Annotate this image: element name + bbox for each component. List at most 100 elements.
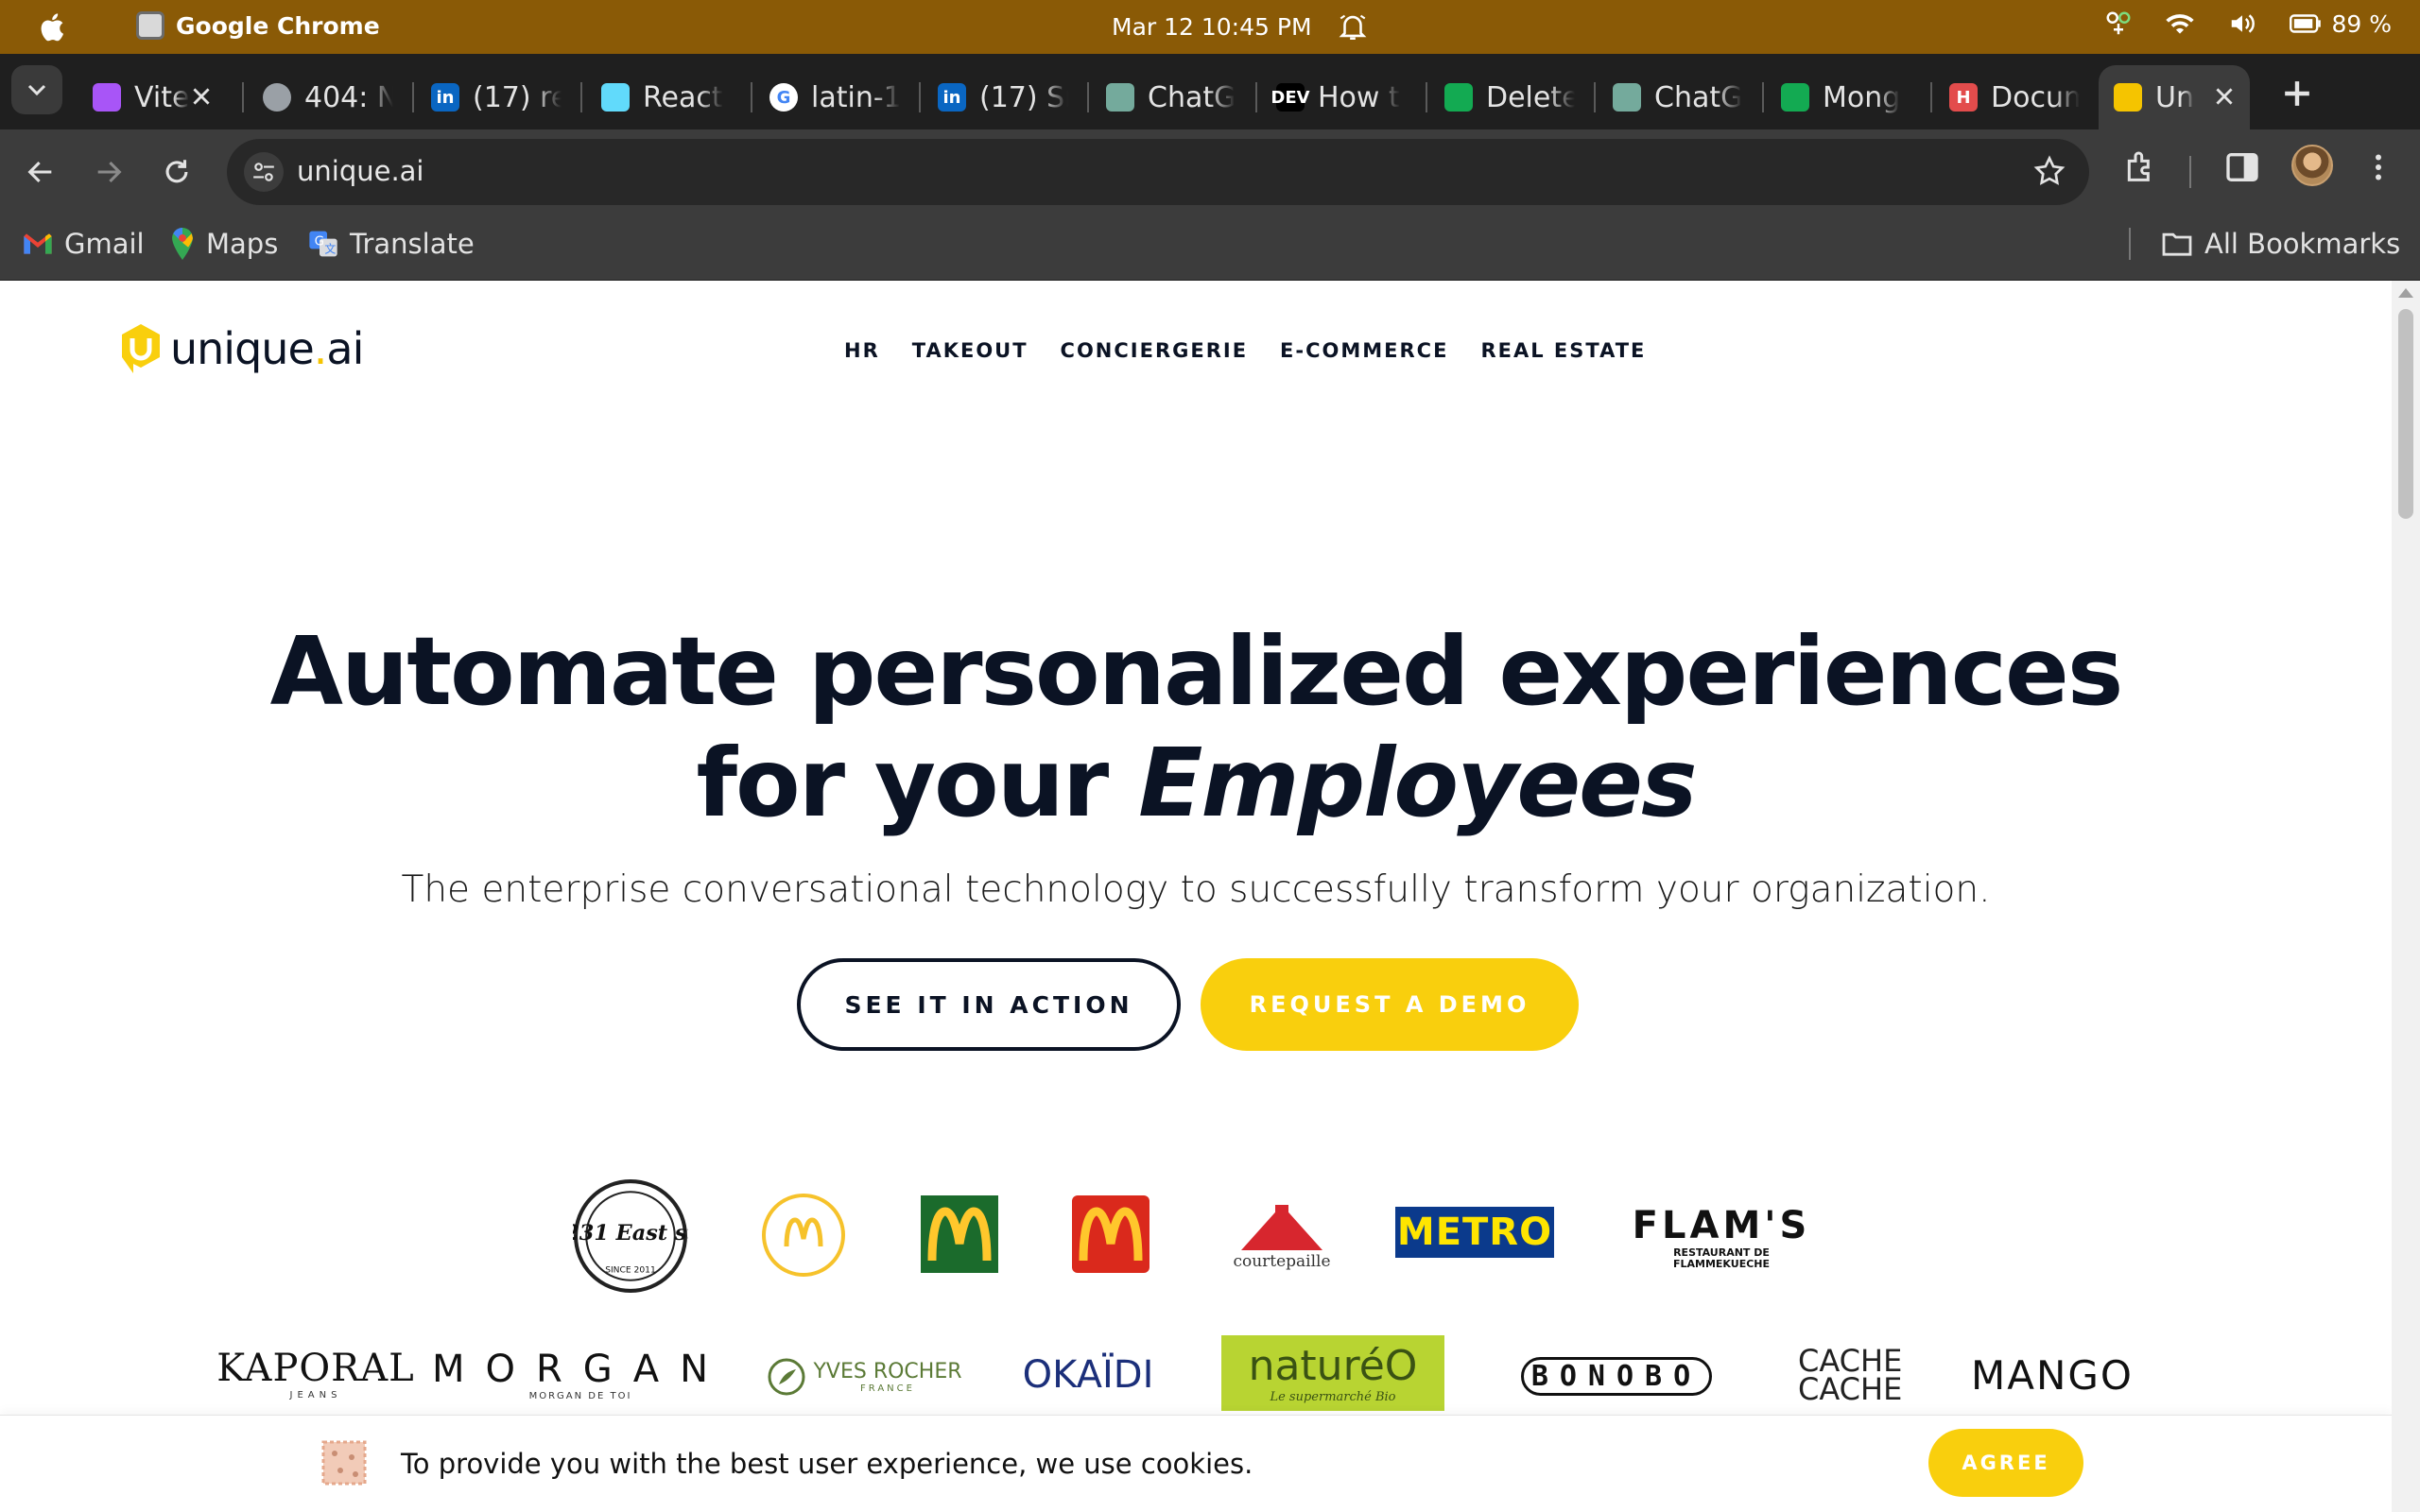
see-it-in-action-button[interactable]: SEE IT IN ACTION bbox=[797, 958, 1181, 1051]
site-logo[interactable]: unique.ai bbox=[119, 322, 364, 375]
linkedin-icon: in bbox=[938, 83, 966, 112]
brand-logo-mcdonalds-green bbox=[921, 1195, 998, 1273]
browser-tab[interactable]: Vite bbox=[78, 65, 238, 129]
brand-logo-yves-rocher: YVES ROCHER FRANCE bbox=[766, 1343, 964, 1411]
kebab-menu-icon[interactable] bbox=[2361, 148, 2395, 186]
brand-text: YVES ROCHER bbox=[813, 1360, 962, 1383]
brand-text: MORGAN bbox=[431, 1347, 730, 1391]
browser-tab[interactable]: Glatin-1 bbox=[754, 65, 915, 129]
svg-text:G: G bbox=[315, 234, 324, 249]
all-bookmarks[interactable]: All Bookmarks bbox=[2161, 228, 2400, 260]
cookie-icon bbox=[321, 1440, 367, 1486]
nav-e-commerce[interactable]: E-COMMERCE bbox=[1280, 339, 1448, 362]
active-app-name: Google Chrome bbox=[176, 11, 380, 40]
nav-takeout[interactable]: TAKEOUT bbox=[912, 339, 1028, 362]
reload-button[interactable] bbox=[155, 150, 199, 194]
courtepaille-roof-icon bbox=[1241, 1205, 1322, 1250]
scrollbar-thumb[interactable] bbox=[2398, 309, 2413, 519]
brand-text: OKAÏDI bbox=[1022, 1353, 1154, 1397]
forward-button[interactable] bbox=[87, 150, 130, 194]
brand-text: MANGO bbox=[1971, 1351, 2134, 1399]
brand-logo-bonobo: BONOBO bbox=[1503, 1349, 1730, 1403]
logo-text-dot: . bbox=[313, 323, 328, 374]
browser-tab[interactable]: DEV How t bbox=[1261, 65, 1422, 129]
agree-button[interactable]: AGREE bbox=[1928, 1429, 2083, 1497]
react-icon bbox=[601, 83, 630, 112]
tab-title: React bbox=[643, 80, 723, 114]
browser-tab[interactable]: in (17) re bbox=[416, 65, 577, 129]
site-logo-text: unique.ai bbox=[170, 323, 364, 374]
nav-conciergerie[interactable]: CONCIERGERIE bbox=[1061, 339, 1249, 362]
bookmark-star-icon[interactable] bbox=[2032, 154, 2066, 188]
brand-logo-okaidi: OKAÏDI bbox=[1013, 1347, 1163, 1403]
brand-logo-mcdonalds-ring bbox=[758, 1190, 849, 1280]
clock[interactable]: Mar 12 10:45 PM bbox=[1112, 13, 1312, 41]
volume-icon[interactable] bbox=[2227, 9, 2257, 38]
profile-avatar[interactable] bbox=[2291, 145, 2333, 186]
url-text[interactable]: unique.ai bbox=[297, 155, 424, 187]
browser-tab[interactable]: 404: N bbox=[248, 65, 408, 129]
tab-close-icon[interactable] bbox=[189, 84, 214, 109]
bookmark-label: Translate bbox=[350, 228, 475, 260]
address-bar[interactable]: unique.ai bbox=[227, 139, 2089, 205]
brand-logo-morgan: MORGAN MORGAN DE TOI bbox=[432, 1337, 711, 1411]
tab-title: ChatG bbox=[1148, 80, 1236, 114]
tab-title: (17) Sr bbox=[979, 80, 1068, 114]
extensions-icon[interactable] bbox=[2121, 148, 2159, 186]
active-app[interactable]: Google Chrome bbox=[136, 11, 380, 40]
tab-separator bbox=[1087, 82, 1089, 112]
browser-tab[interactable]: Delete bbox=[1429, 65, 1590, 129]
system-tray: 89 % bbox=[2104, 9, 2392, 38]
logo-text-main: unique bbox=[170, 323, 315, 374]
tab-title: 404: N bbox=[304, 80, 393, 114]
scroll-up-arrow-icon[interactable] bbox=[2398, 288, 2413, 298]
folder-icon bbox=[2162, 232, 2192, 256]
browser-tab[interactable]: ChatG bbox=[1091, 65, 1252, 129]
brand-subtext: RESTAURANT DE FLAMMEKUECHE bbox=[1672, 1246, 1770, 1270]
bookmark-label: Maps bbox=[206, 228, 279, 260]
mongodb-icon bbox=[1781, 83, 1809, 112]
nav-hr[interactable]: HR bbox=[844, 339, 880, 362]
bookmarks-bar: Gmail Maps G文 Translate All Bookmarks bbox=[0, 215, 2420, 281]
browser-tab[interactable]: H Docum bbox=[1934, 65, 2095, 129]
wifi-icon[interactable] bbox=[2165, 10, 2195, 37]
apple-icon[interactable] bbox=[38, 11, 70, 43]
tab-separator bbox=[580, 82, 582, 112]
browser-tab[interactable]: Mong bbox=[1766, 65, 1927, 129]
tab-title: (17) re bbox=[473, 80, 562, 114]
231-east-badge-icon: 231 East st SINCE 2011 bbox=[573, 1179, 688, 1293]
screen-share-icon[interactable] bbox=[2104, 9, 2133, 38]
new-tab-plus-icon[interactable] bbox=[2276, 73, 2318, 114]
maps-icon bbox=[172, 228, 193, 260]
back-button[interactable] bbox=[19, 150, 62, 194]
battery[interactable]: 89 % bbox=[2290, 10, 2392, 38]
tab-title: How t bbox=[1318, 80, 1400, 114]
site-info-button[interactable] bbox=[244, 152, 284, 192]
page-scrollbar[interactable] bbox=[2392, 281, 2420, 1512]
tab-title: Un bbox=[2155, 80, 2194, 114]
tab-close-icon[interactable] bbox=[2212, 84, 2237, 109]
tab-title: Docum bbox=[1991, 80, 2080, 114]
bookmark-maps[interactable]: Maps bbox=[170, 228, 278, 260]
bookmarks-divider bbox=[2129, 228, 2131, 260]
brand-subtext: Le supermarché Bio bbox=[1270, 1390, 1396, 1404]
browser-tab[interactable]: in (17) Sr bbox=[923, 65, 1083, 129]
tab-separator bbox=[1594, 82, 1596, 112]
browser-tab[interactable]: React bbox=[586, 65, 747, 129]
request-demo-button[interactable]: REQUEST A DEMO bbox=[1201, 958, 1579, 1051]
bookmark-gmail[interactable]: Gmail bbox=[23, 228, 145, 260]
unique-logo-mark-icon bbox=[122, 324, 160, 373]
brand-logo-cache-cache: CACHE CACHE bbox=[1785, 1335, 1915, 1415]
brand-text: naturéO bbox=[1248, 1342, 1418, 1390]
dev-icon: DEV bbox=[1270, 83, 1310, 112]
bookmark-translate[interactable]: G文 Translate bbox=[308, 228, 475, 260]
side-panel-icon[interactable] bbox=[2223, 148, 2261, 186]
nav-real-estate[interactable]: REAL ESTATE bbox=[1480, 339, 1646, 362]
os-top-bar: Google Chrome Mar 12 10:45 PM 89 % bbox=[0, 0, 2420, 54]
brand-subtext: SINCE 2011 bbox=[605, 1266, 656, 1276]
tab-search-button[interactable] bbox=[11, 65, 62, 114]
notification-bell-icon[interactable] bbox=[1337, 9, 1369, 43]
brand-text: BONOBO bbox=[1520, 1356, 1713, 1396]
browser-tab[interactable]: ChatG bbox=[1598, 65, 1758, 129]
globe-icon bbox=[263, 83, 291, 112]
